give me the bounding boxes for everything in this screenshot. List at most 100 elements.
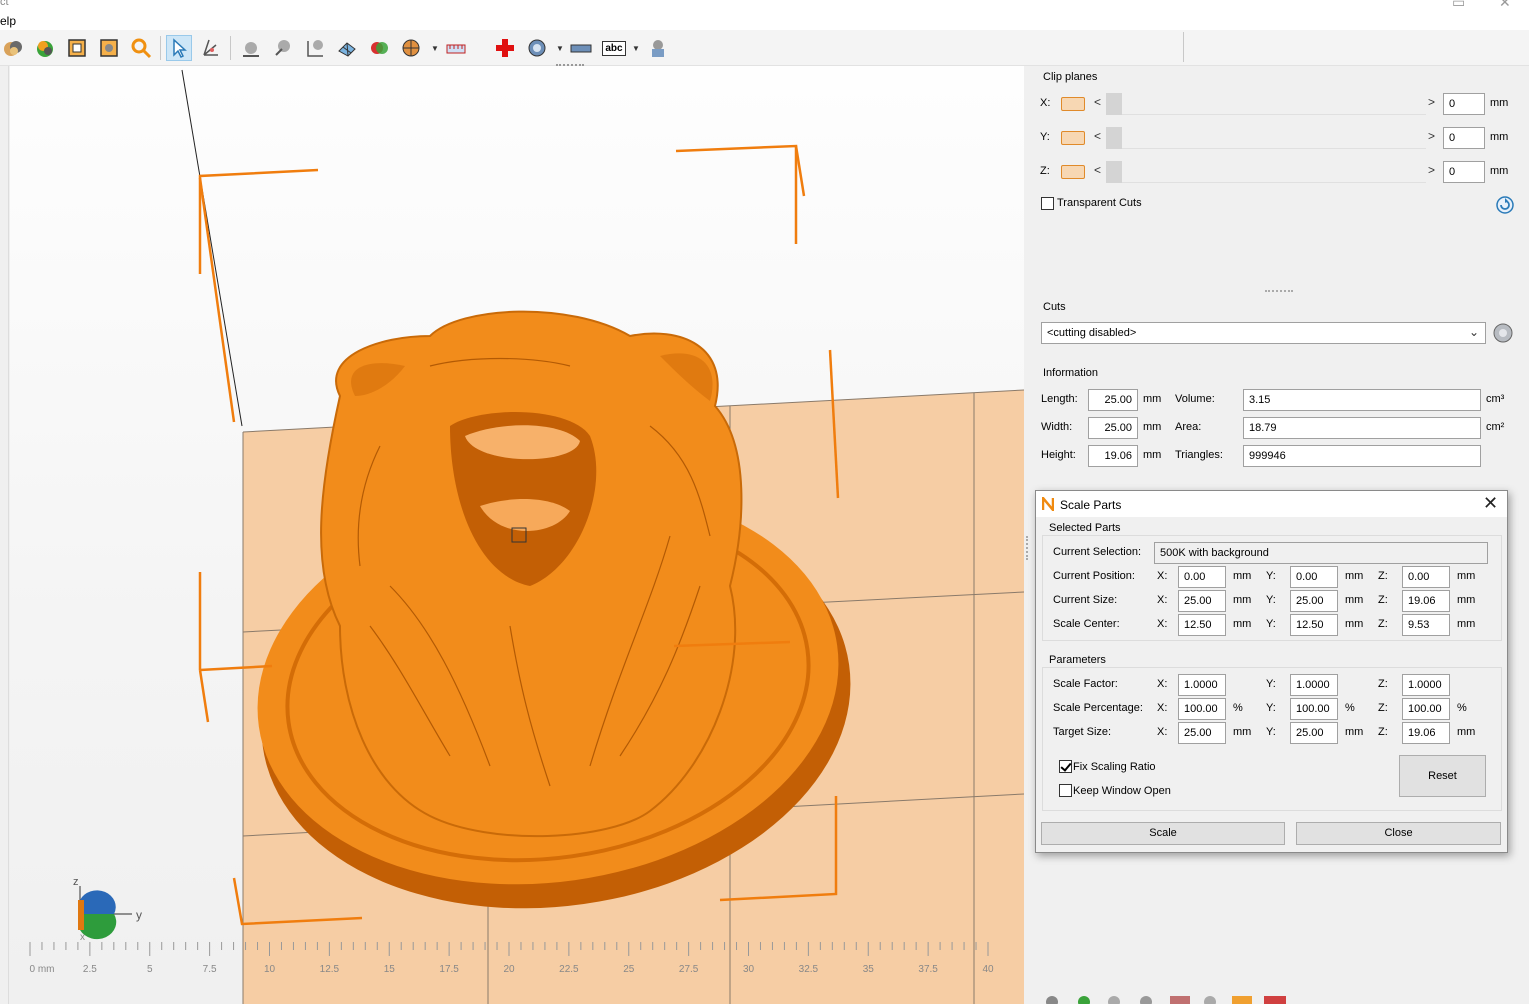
clip-y-input[interactable]: 0 — [1443, 127, 1485, 149]
area-label: Area: — [1175, 421, 1202, 433]
current-x-input[interactable]: 0.00 — [1178, 566, 1226, 588]
clip-z-label: Z: — [1040, 165, 1050, 177]
cuts-title: Cuts — [1043, 301, 1066, 313]
dialog-titlebar[interactable]: Scale Parts ✕ — [1036, 491, 1507, 517]
param-label: Scale Factor: — [1053, 678, 1118, 690]
red-cross-icon[interactable] — [492, 35, 518, 61]
dialog-close-icon[interactable]: ✕ — [1483, 493, 1498, 514]
area-value: 18.79 — [1243, 417, 1481, 439]
red-green-sphere-icon[interactable] — [366, 35, 392, 61]
param-x-unit: mm — [1233, 726, 1252, 738]
param-y-input[interactable]: 1.0000 — [1290, 674, 1338, 696]
maximize-icon[interactable]: ▭ — [1452, 0, 1465, 11]
current-z-input[interactable]: 9.53 — [1402, 614, 1450, 636]
current-y-input[interactable]: 12.50 — [1290, 614, 1338, 636]
sphere-color-icon[interactable] — [32, 35, 58, 61]
clip-z-left-arrow[interactable]: < — [1094, 163, 1101, 177]
cut-tool-icon[interactable] — [1491, 322, 1515, 344]
clip-x-toggle[interactable] — [1061, 97, 1085, 111]
bottom-toolbar — [1040, 992, 1300, 1004]
clip-z-toggle[interactable] — [1061, 165, 1085, 179]
area-unit: cm² — [1486, 421, 1505, 433]
sphere-arrow-icon[interactable] — [270, 35, 296, 61]
stamp-icon[interactable] — [645, 35, 671, 61]
param-x-input[interactable]: 100.00 — [1178, 698, 1226, 720]
param-y-unit: % — [1345, 702, 1355, 714]
mesh-icon[interactable] — [334, 35, 360, 61]
height-value: 19.06 — [1088, 445, 1138, 467]
clip-x-right-arrow[interactable]: > — [1428, 95, 1435, 109]
refresh-icon[interactable] — [1496, 196, 1514, 214]
clip-z-right-arrow[interactable]: > — [1428, 163, 1435, 177]
z-label: Z: — [1378, 726, 1388, 738]
height-unit: mm — [1143, 449, 1162, 461]
param-x-input[interactable]: 25.00 — [1178, 722, 1226, 744]
scene-canvas[interactable] — [10, 66, 1024, 1004]
3d-viewport[interactable]: 0 mm 2.5 5 7.5 10 12.5 15 17.5 20 22.5 25 27.5 30 32.… — [10, 66, 1024, 1004]
text-abc-icon[interactable]: abc — [600, 35, 628, 61]
current-y-input[interactable]: 0.00 — [1290, 566, 1338, 588]
keep-window-open-checkbox[interactable] — [1059, 784, 1072, 797]
param-x-input[interactable]: 1.0000 — [1178, 674, 1226, 696]
cuts-selected: <cutting disabled> — [1047, 327, 1137, 339]
clip-z-input[interactable]: 0 — [1443, 161, 1485, 183]
current-z-input[interactable]: 0.00 — [1402, 566, 1450, 588]
panel-splitter[interactable] — [1024, 66, 1032, 1004]
chevron-down-icon[interactable]: ▼ — [431, 44, 439, 53]
reset-button[interactable]: Reset — [1399, 755, 1486, 797]
current-z-unit: mm — [1457, 618, 1476, 630]
chevron-down-icon: ⌄ — [1468, 325, 1479, 339]
clip-y-left-arrow[interactable]: < — [1094, 129, 1101, 143]
current-y-input[interactable]: 25.00 — [1290, 590, 1338, 612]
param-z-input[interactable]: 1.0000 — [1402, 674, 1450, 696]
ruler-label: 27.5 — [678, 964, 699, 975]
scale-button[interactable]: Scale — [1041, 822, 1285, 845]
pie-icon[interactable] — [398, 35, 424, 61]
clip-y-right-arrow[interactable]: > — [1428, 129, 1435, 143]
box-view-icon[interactable] — [96, 35, 122, 61]
param-z-input[interactable]: 19.06 — [1402, 722, 1450, 744]
ruler-label: 25 — [623, 964, 635, 975]
clip-x-input[interactable]: 0 — [1443, 93, 1485, 115]
x-label: X: — [1157, 702, 1168, 714]
measurement-ruler: 0 mm 2.5 5 7.5 10 12.5 15 17.5 20 22.5 25 27.5 30 32.… — [18, 942, 1024, 1004]
clip-x-left-arrow[interactable]: < — [1094, 95, 1101, 109]
ruler-red-icon[interactable] — [443, 35, 469, 61]
close-button[interactable]: Close — [1296, 822, 1501, 845]
ruler-label: 17.5 — [439, 964, 459, 975]
sphere-tree-icon[interactable] — [302, 35, 328, 61]
clip-y-toggle[interactable] — [1061, 131, 1085, 145]
param-y-input[interactable]: 25.00 — [1290, 722, 1338, 744]
dialog-title: Scale Parts — [1060, 498, 1122, 512]
clip-x-slider[interactable] — [1106, 93, 1426, 115]
panel-grip[interactable] — [1265, 290, 1293, 292]
param-y-input[interactable]: 100.00 — [1290, 698, 1338, 720]
current-z-unit: mm — [1457, 570, 1476, 582]
chevron-down-icon[interactable]: ▼ — [632, 44, 640, 53]
dial-icon[interactable] — [524, 35, 550, 61]
current-x-input[interactable]: 25.00 — [1178, 590, 1226, 612]
chevron-down-icon[interactable]: ▼ — [556, 44, 564, 53]
zoom-icon[interactable] — [128, 35, 154, 61]
cuts-dropdown[interactable]: <cutting disabled> ⌄ — [1041, 322, 1486, 344]
volume-label: Volume: — [1175, 393, 1215, 405]
param-z-input[interactable]: 100.00 — [1402, 698, 1450, 720]
ruler-label: 40 — [982, 964, 994, 975]
menu-help[interactable]: elp — [0, 14, 16, 28]
left-dock-strip — [0, 66, 9, 1004]
open-icon[interactable] — [0, 35, 26, 61]
wire-box-icon[interactable] — [64, 35, 90, 61]
current-x-input[interactable]: 12.50 — [1178, 614, 1226, 636]
fix-scaling-ratio-checkbox[interactable] — [1059, 760, 1072, 773]
sphere-drop-icon[interactable] — [238, 35, 264, 61]
select-arrow-icon[interactable] — [166, 35, 192, 61]
clip-y-slider[interactable] — [1106, 127, 1426, 149]
transparent-cuts-checkbox[interactable] — [1041, 197, 1054, 210]
close-window-icon[interactable]: ✕ — [1499, 0, 1511, 11]
measure-bar-icon[interactable] — [568, 35, 594, 61]
clip-z-slider[interactable] — [1106, 161, 1426, 183]
move-axes-icon[interactable] — [198, 35, 224, 61]
length-unit: mm — [1143, 393, 1162, 405]
current-z-input[interactable]: 19.06 — [1402, 590, 1450, 612]
volume-unit: cm³ — [1486, 393, 1505, 405]
